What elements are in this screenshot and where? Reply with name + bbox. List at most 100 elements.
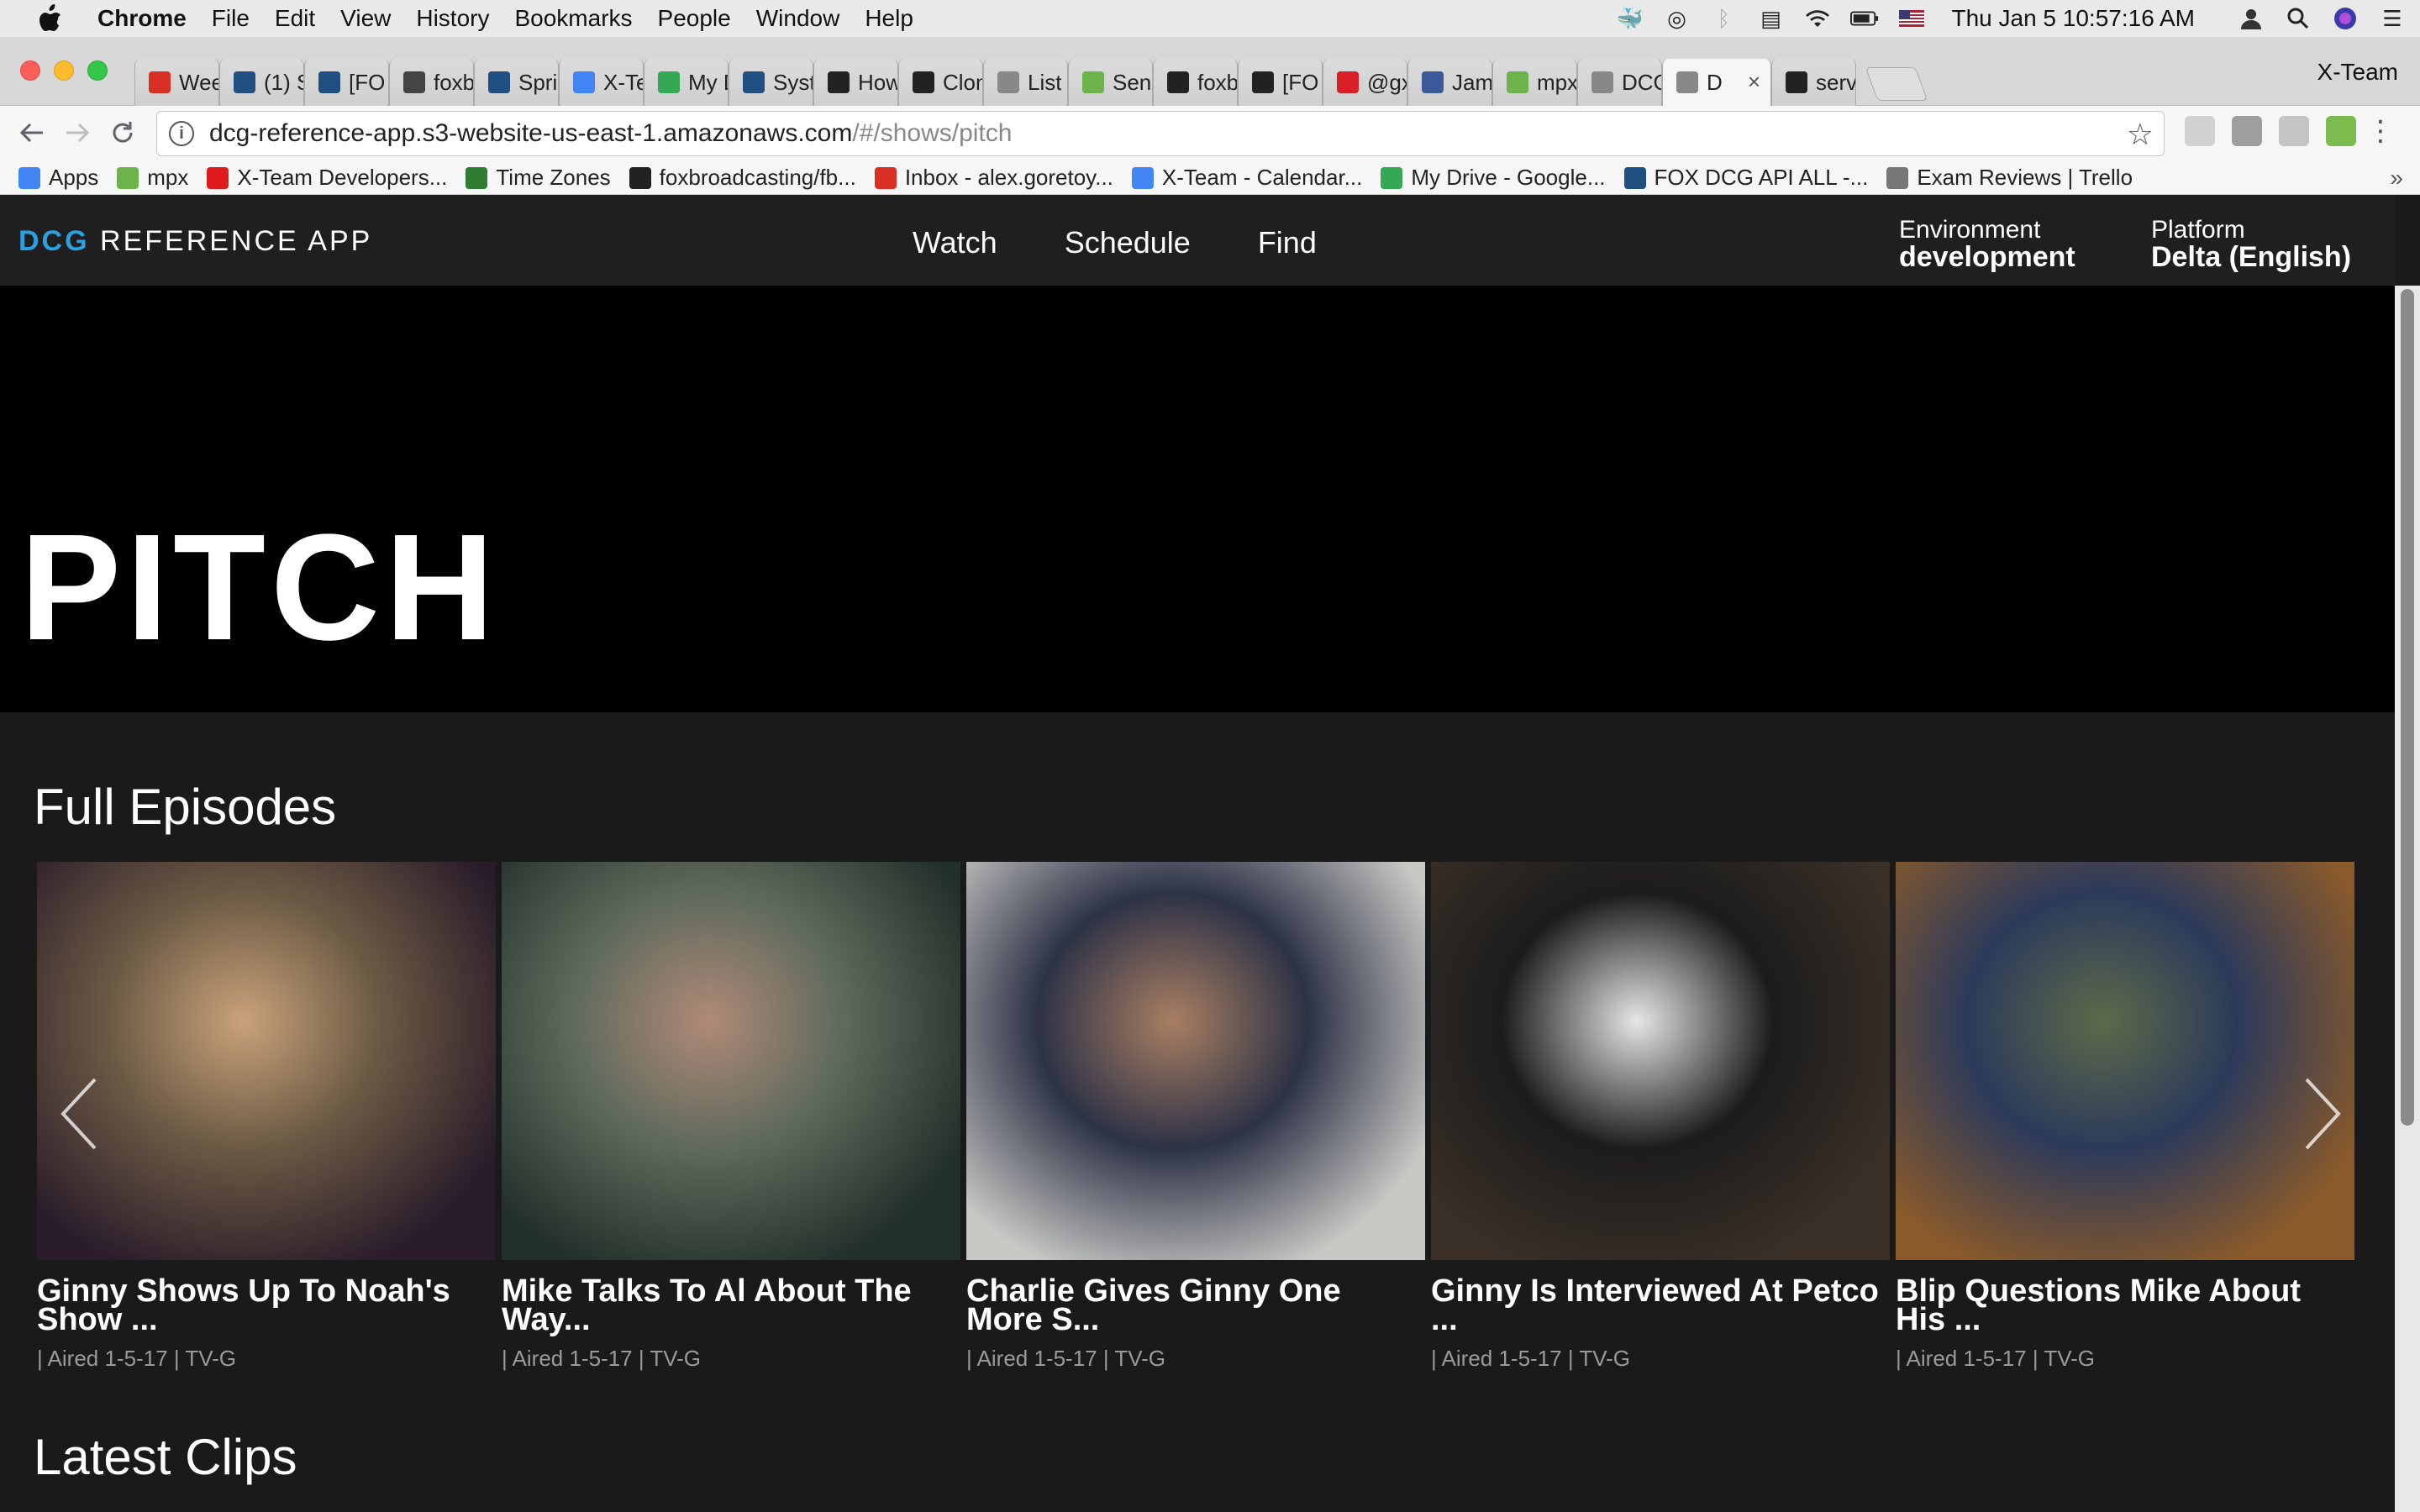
- tab-title: foxb: [434, 69, 473, 95]
- tab[interactable]: [FO: [304, 59, 389, 106]
- bookmark-item[interactable]: X-Team - Calendar...: [1131, 165, 1362, 191]
- tab[interactable]: serv: [1771, 59, 1856, 106]
- page-scrollbar[interactable]: [2395, 286, 2420, 1512]
- bookmark-item[interactable]: My Drive - Google...: [1381, 165, 1606, 191]
- carousel-next-arrow-icon[interactable]: [2297, 1072, 2348, 1156]
- tab[interactable]: Sens: [1068, 59, 1153, 106]
- tab[interactable]: DCG: [1577, 59, 1662, 106]
- docker-icon[interactable]: 🐳: [1615, 6, 1644, 31]
- forward-arrow-icon[interactable]: [59, 114, 96, 151]
- platform-selector[interactable]: Platform Delta (English): [2151, 217, 2351, 272]
- episode-card[interactable]: Ginny Shows Up To Noah's Show ... | Aired…: [37, 862, 496, 1372]
- tab[interactable]: foxb: [1153, 59, 1238, 106]
- memory-icon[interactable]: ▤: [1756, 6, 1785, 31]
- user-icon[interactable]: [2237, 6, 2265, 31]
- nav-find[interactable]: Find: [1258, 225, 1317, 260]
- menu-view[interactable]: View: [340, 5, 391, 32]
- bookmark-item[interactable]: foxbroadcasting/fb...: [629, 165, 856, 191]
- bookmark-star-icon[interactable]: ☆: [2127, 117, 2154, 152]
- extension-icon[interactable]: [2279, 116, 2309, 146]
- menu-help[interactable]: Help: [865, 5, 913, 32]
- battery-icon[interactable]: [1850, 6, 1879, 31]
- menu-people[interactable]: People: [658, 5, 731, 32]
- new-tab-button[interactable]: [1865, 67, 1928, 101]
- episode-card[interactable]: Blip Questions Mike About His ... | Aired…: [1896, 862, 2354, 1372]
- profile-name[interactable]: X-Team: [2317, 59, 2398, 86]
- menu-file[interactable]: File: [212, 5, 250, 32]
- menubar-clock[interactable]: Thu Jan 5 10:57:16 AM: [1951, 5, 2195, 32]
- github-icon: [629, 166, 651, 189]
- carousel-prev-arrow-icon[interactable]: [54, 1072, 104, 1156]
- site-info-icon[interactable]: i: [169, 121, 194, 146]
- apple-logo-icon[interactable]: [32, 0, 69, 37]
- tab[interactable]: Wee: [134, 59, 219, 106]
- tab-active[interactable]: D ×: [1662, 59, 1771, 106]
- extension-icon[interactable]: [2185, 116, 2215, 146]
- zoom-window-button[interactable]: [87, 60, 108, 81]
- episode-thumbnail[interactable]: [966, 862, 1425, 1260]
- close-tab-icon[interactable]: ×: [1748, 69, 1760, 95]
- tab[interactable]: [FO: [1238, 59, 1323, 106]
- tab[interactable]: List: [983, 59, 1068, 106]
- episode-thumbnail[interactable]: [1896, 862, 2354, 1260]
- tab[interactable]: How: [813, 59, 898, 106]
- menu-bookmarks[interactable]: Bookmarks: [514, 5, 632, 32]
- bookmark-item[interactable]: FOX DCG API ALL -...: [1623, 165, 1868, 191]
- tab[interactable]: mpx: [1492, 59, 1577, 106]
- bookmark-item[interactable]: Inbox - alex.goretoy...: [874, 165, 1113, 191]
- episode-thumbnail[interactable]: [1431, 862, 1890, 1260]
- episode-title[interactable]: Ginny Shows Up To Noah's Show ...: [37, 1277, 496, 1337]
- episode-card[interactable]: Charlie Gives Ginny One More S... | Aired…: [966, 862, 1425, 1372]
- episode-title[interactable]: Blip Questions Mike About His ...: [1896, 1277, 2354, 1337]
- scrollbar-thumb[interactable]: [2401, 289, 2414, 1126]
- extension-icon[interactable]: [2232, 116, 2262, 146]
- tab[interactable]: Spri: [474, 59, 559, 106]
- episode-title[interactable]: Ginny Is Interviewed At Petco ...: [1431, 1277, 1890, 1337]
- address-bar[interactable]: i dcg-reference-app.s3-website-us-east-1…: [156, 111, 2165, 156]
- sensu-extension-icon[interactable]: [2326, 116, 2356, 146]
- bookmark-item[interactable]: X-Team Developers...: [207, 165, 447, 191]
- close-window-button[interactable]: [20, 60, 40, 81]
- menu-app-name[interactable]: Chrome: [97, 5, 187, 32]
- tab[interactable]: Clon: [898, 59, 983, 106]
- episode-thumbnail[interactable]: [37, 862, 496, 1260]
- notification-center-icon[interactable]: ☰: [2378, 6, 2407, 31]
- episode-card[interactable]: Ginny Is Interviewed At Petco ... | Aired…: [1431, 862, 1890, 1372]
- tab[interactable]: X-Te: [559, 59, 644, 106]
- trello-icon: [1886, 166, 1909, 189]
- creative-cloud-icon[interactable]: ◎: [1662, 6, 1691, 31]
- bluetooth-icon[interactable]: ᛒ: [1709, 6, 1738, 31]
- episode-thumbnail[interactable]: [502, 862, 960, 1260]
- tab[interactable]: Syst: [729, 59, 813, 106]
- us-flag-icon[interactable]: [1897, 6, 1926, 31]
- bookmark-item[interactable]: mpx: [117, 165, 188, 191]
- episode-title[interactable]: Charlie Gives Ginny One More S...: [966, 1277, 1425, 1337]
- tab[interactable]: @gx: [1323, 59, 1407, 106]
- tab[interactable]: (1) S: [219, 59, 304, 106]
- chrome-menu-icon[interactable]: ⋮: [2366, 114, 2395, 148]
- spotlight-search-icon[interactable]: [2284, 6, 2312, 31]
- url-path: /#/shows/pitch: [852, 119, 1013, 147]
- reload-icon[interactable]: [104, 114, 141, 151]
- wifi-icon[interactable]: [1803, 6, 1832, 31]
- nav-watch[interactable]: Watch: [913, 225, 997, 260]
- episode-title[interactable]: Mike Talks To Al About The Way...: [502, 1277, 960, 1337]
- nav-schedule[interactable]: Schedule: [1065, 225, 1191, 260]
- app-logo[interactable]: DCG REFERENCE APP: [18, 225, 372, 258]
- siri-icon[interactable]: [2331, 6, 2360, 31]
- episode-card[interactable]: Mike Talks To Al About The Way... | Aired…: [502, 862, 960, 1372]
- tab[interactable]: Jam: [1407, 59, 1492, 106]
- tab[interactable]: foxb: [389, 59, 474, 106]
- menu-edit[interactable]: Edit: [275, 5, 315, 32]
- more-bookmarks-icon[interactable]: »: [2390, 165, 2403, 192]
- tab-title: Wee: [179, 69, 218, 95]
- menu-window[interactable]: Window: [756, 5, 840, 32]
- menu-history[interactable]: History: [416, 5, 489, 32]
- tab[interactable]: My D: [644, 59, 729, 106]
- bookmark-item[interactable]: Apps: [18, 165, 98, 191]
- environment-selector[interactable]: Environment development: [1899, 217, 2075, 272]
- back-arrow-icon[interactable]: [13, 114, 50, 151]
- minimize-window-button[interactable]: [54, 60, 74, 81]
- bookmark-item[interactable]: Exam Reviews | Trello: [1886, 165, 2133, 191]
- bookmark-item[interactable]: Time Zones: [466, 165, 611, 191]
